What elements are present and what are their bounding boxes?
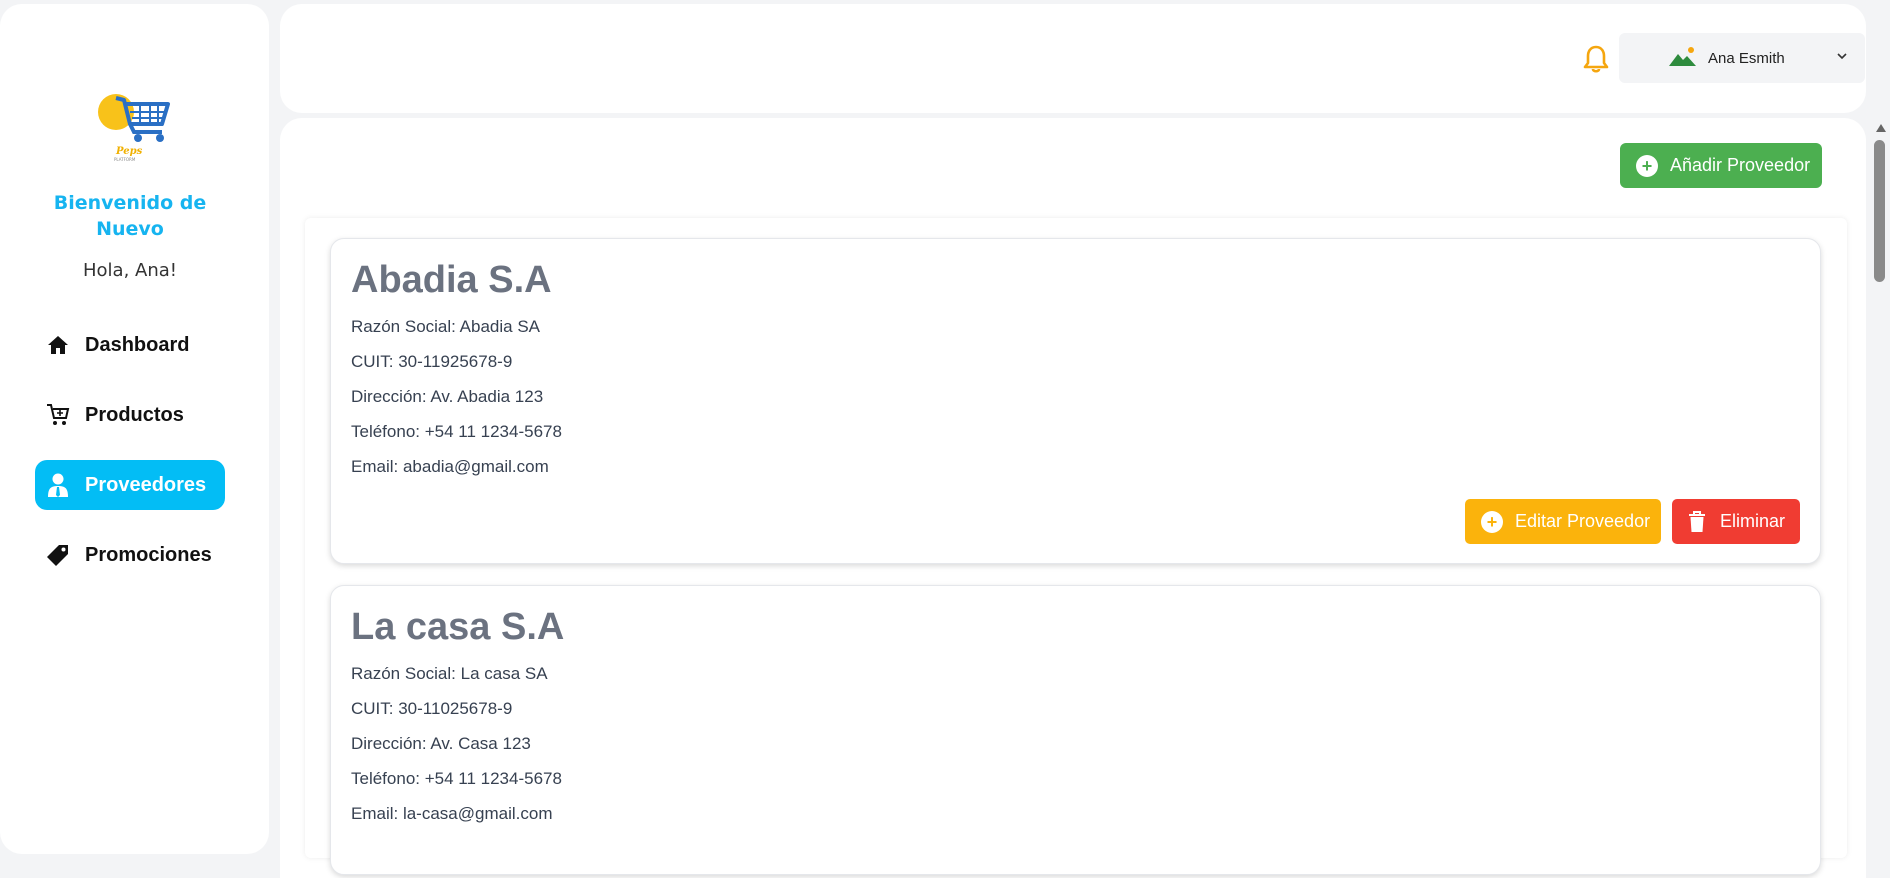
provider-telefono: Teléfono: +54 11 1234-5678: [351, 769, 562, 788]
sidebar-item-dashboard[interactable]: Dashboard: [35, 320, 225, 370]
user-menu[interactable]: Ana Esmith: [1619, 33, 1865, 83]
provider-card: Abadia S.A Razón Social: Abadia SA CUIT:…: [330, 238, 1821, 564]
plus-circle-icon: +: [1636, 154, 1658, 177]
sidebar-item-promociones[interactable]: Promociones: [35, 530, 225, 580]
bell-icon[interactable]: [1582, 44, 1610, 74]
svg-text:Peps: Peps: [115, 146, 143, 157]
provider-direccion: Dirección: Av. Casa 123: [351, 734, 531, 753]
sidebar-item-label: Promociones: [85, 543, 212, 566]
chevron-down-icon[interactable]: [1835, 49, 1849, 63]
sidebar-item-productos[interactable]: Productos: [35, 390, 225, 440]
delete-provider-button[interactable]: Eliminar: [1672, 499, 1800, 544]
add-provider-label: Añadir Proveedor: [1670, 155, 1811, 175]
provider-cuit: CUIT: 30-11025678-9: [351, 699, 513, 718]
welcome-title: Bienvenido de Nuevo: [53, 192, 207, 240]
provider-email: Email: la-casa@gmail.com: [351, 804, 553, 823]
scroll-up-arrow-icon[interactable]: [1876, 124, 1886, 132]
provider-email: Email: abadia@gmail.com: [351, 457, 549, 476]
tag-icon: [45, 542, 71, 568]
provider-direccion: Dirección: Av. Abadia 123: [351, 387, 544, 406]
provider-razon-social: Razón Social: La casa SA: [351, 664, 548, 683]
peps-logo: Peps PLATFORM: [96, 90, 172, 162]
avatar: [1669, 46, 1697, 70]
edit-provider-label: Editar Proveedor: [1515, 511, 1651, 531]
greeting: Hola, Ana!: [83, 260, 177, 281]
sidebar-item-label: Productos: [85, 403, 184, 426]
provider-razon-social: Razón Social: Abadia SA: [351, 317, 541, 336]
provider-name: Abadia S.A: [351, 259, 552, 301]
user-name: Ana Esmith: [1708, 50, 1785, 67]
delete-provider-label: Eliminar: [1720, 511, 1786, 531]
sidebar-item-label: Dashboard: [85, 333, 190, 356]
sidebar-item-label: Proveedores: [85, 473, 207, 496]
edit-provider-button[interactable]: + Editar Proveedor: [1465, 499, 1661, 544]
sidebar-item-proveedores[interactable]: Proveedores: [35, 460, 225, 510]
add-provider-button[interactable]: + Añadir Proveedor: [1620, 143, 1822, 188]
plus-circle-icon: +: [1481, 510, 1503, 533]
home-icon: [45, 332, 71, 358]
provider-cuit: CUIT: 30-11925678-9: [351, 352, 513, 371]
svg-text:PLATFORM: PLATFORM: [114, 157, 136, 162]
provider-name: La casa S.A: [351, 606, 565, 648]
trash-icon: [1689, 510, 1705, 532]
provider-card: La casa S.A Razón Social: La casa SA CUI…: [330, 585, 1821, 875]
cart-icon: [45, 402, 71, 428]
user-icon: [45, 472, 71, 498]
provider-telefono: Teléfono: +54 11 1234-5678: [351, 422, 562, 441]
scrollbar-thumb[interactable]: [1874, 140, 1885, 282]
sidebar: Peps PLATFORM Bienvenido de Nuevo Hola, …: [0, 4, 269, 854]
